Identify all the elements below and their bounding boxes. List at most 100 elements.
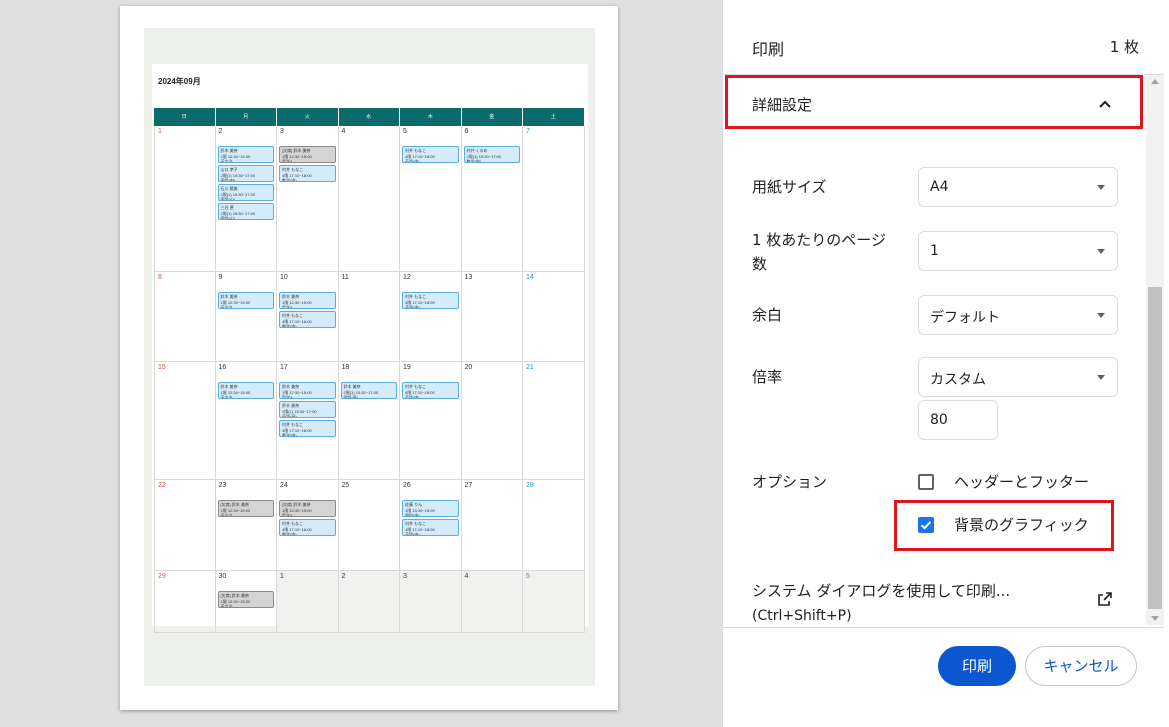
calendar-day: 13 [462, 272, 523, 361]
background-graphics-label[interactable]: 背景のグラフィック [954, 514, 1089, 535]
calendar-day: 26 佐藤 りん 1限 13:30~15:00 理科(中) 村井 もなこ 4限 17:10… [400, 480, 462, 570]
scroll-up-arrow-icon[interactable] [1151, 79, 1159, 84]
calendar-day: 10 鈴木 美奈 1限 12:30~15:00 哲学A 村井 もなこ 4限 17:10~1… [277, 272, 339, 361]
calendar-event: 鈴木 美奈 1限 12:30~15:00 英文法 [217, 292, 274, 309]
scale-custom-input[interactable]: 80 [918, 400, 998, 440]
scale-select[interactable]: カスタム [918, 357, 1118, 397]
system-dialog-link[interactable]: システム ダイアログを使用して印刷... (Ctrl+Shift+P) [752, 579, 1010, 628]
event-line: 英文法 [220, 604, 233, 608]
chevron-up-icon[interactable] [1097, 96, 1113, 112]
advanced-settings-toggle[interactable]: 詳細設定 [752, 94, 812, 115]
sheet-count: 1 枚 [1109, 38, 1139, 56]
calendar-day: 4 [461, 571, 523, 632]
calendar-week: 29 30 [欠席] 鈴木 美奈 1限 12:30~15:00 英文法 1 2 3 4 5 [154, 571, 585, 633]
day-number: 16 [218, 364, 227, 371]
settings-scrollbar[interactable] [1146, 75, 1164, 625]
calendar-day: 1 [277, 571, 339, 632]
day-number: 19 [403, 364, 411, 371]
calendar-day: 15 [154, 362, 216, 479]
paper-size-select[interactable]: A4 [918, 167, 1118, 207]
pages-per-sheet-select[interactable]: 1 [918, 231, 1118, 271]
day-number: 28 [526, 482, 534, 489]
paper-size-label: 用紙サイズ [752, 178, 827, 196]
cancel-button[interactable]: キャンセル [1025, 646, 1137, 686]
weekday-cell: 火 [277, 108, 339, 126]
event-line: 国語(高) [343, 395, 359, 399]
calendar-day: 30 [欠席] 鈴木 美奈 1限 12:30~15:00 英文法 [216, 571, 277, 632]
event-line: 数学(中) [282, 324, 297, 328]
calendar-week: 15 16 鈴木 美奈 1限 12:30~15:00 英文法 17 鈴木 美奈 1限 12:3… [154, 362, 585, 480]
scroll-down-arrow-icon[interactable] [1151, 616, 1159, 621]
day-number: 29 [158, 573, 166, 580]
preview-page: 2024年09月 日月火水木金土 1 2 鈴木 美奈 1限 12:30~15:00 英文… [120, 6, 618, 710]
day-number: 24 [280, 482, 288, 489]
day-number: 3 [403, 573, 407, 580]
calendar-week: 1 2 鈴木 美奈 1限 12:30~15:00 英文法 山口 孝子 2限(1) 15:30… [154, 126, 585, 272]
scroll-thumb[interactable] [1148, 287, 1162, 609]
day-number: 4 [464, 573, 469, 580]
event-line: 数学(中) [282, 178, 297, 182]
calendar-event: 鈴木 美奈 2限(1) 15:30~17:00 英語(高) [279, 401, 336, 418]
calendar-event: 鈴木 美奈 2限(1) 15:30~17:00 国語(高) [340, 382, 397, 399]
weekday-header: 日月火水木金土 [154, 108, 585, 126]
day-number: 10 [280, 274, 288, 281]
event-line: 国語(小) [220, 197, 236, 201]
day-number: 30 [218, 573, 227, 580]
day-number: 21 [526, 364, 534, 371]
scale-label: 倍率 [752, 368, 783, 386]
event-line: 哲学A [282, 513, 293, 517]
calendar-day: 3 [欠席] 鈴木 美奈 1限 12:30~15:00 哲学A 村井 もなこ 4限 17:… [277, 126, 339, 271]
day-number: 12 [403, 274, 411, 281]
event-line: 国語(中) [220, 178, 236, 182]
calendar-event: 石川 陽美 2限(1) 15:30~17:00 国語(小) [217, 184, 274, 201]
margins-value: デフォルト [930, 310, 1000, 326]
calendar-day: 18 鈴木 美奈 2限(1) 15:30~17:00 国語(高) [339, 362, 400, 479]
calendar-day: 25 [339, 480, 400, 570]
dropdown-arrow-icon [1097, 185, 1105, 190]
day-number: 2 [218, 128, 223, 135]
dropdown-arrow-icon [1097, 375, 1105, 380]
event-line: 英文法 [220, 513, 233, 517]
calendar-week: 8 9 鈴木 美奈 1限 12:30~15:00 英文法 10 鈴木 美奈 1限 12:30~… [154, 272, 585, 362]
calendar-day: 27 [462, 480, 523, 570]
page-content: 2024年09月 日月火水木金土 1 2 鈴木 美奈 1限 12:30~15:00 英文… [144, 28, 595, 686]
calendar-week: 22 23 [欠席] 鈴木 美奈 1限 12:30~15:00 英文法 24 [欠席] 鈴木… [154, 480, 585, 571]
day-number: 11 [341, 274, 349, 281]
dropdown-arrow-icon [1097, 249, 1105, 254]
calendar-event: 村井 もなこ 4限 17:10~18:00 数学(中) [279, 519, 336, 536]
background-graphics-checkbox[interactable] [918, 517, 934, 533]
system-dialog-text: システム ダイアログを使用して印刷... [752, 582, 1011, 600]
calendar-event: 三谷 遼 2限(1) 15:30~17:00 国語(小) [217, 203, 274, 220]
calendar-event: 村井 もなこ 4限 17:10~18:00 英語(中) [402, 146, 459, 163]
day-number: 14 [526, 274, 534, 281]
day-number: 3 [280, 128, 284, 135]
header-footer-checkbox[interactable] [918, 474, 934, 490]
calendar-day: 4 [339, 126, 400, 271]
event-line: 英語(中) [405, 532, 420, 536]
calendar-event: 村井 もなこ 4限 17:10~18:00 英語(中) [402, 519, 459, 536]
header-footer-label[interactable]: ヘッダーとフッター [954, 471, 1089, 492]
weekday-cell: 土 [523, 108, 585, 126]
system-dialog-shortcut: (Ctrl+Shift+P) [752, 608, 852, 624]
calendar-event: 村井 もなこ 4限 17:10~18:00 英語(中) [402, 382, 459, 399]
event-line: 理科(中) [405, 513, 420, 517]
calendar-day: 2 [338, 571, 400, 632]
event-line: 哲学A [282, 305, 293, 309]
calendar-event: [欠席] 鈴木 美奈 1限 12:30~15:00 英文法 [217, 500, 274, 517]
weekday-cell: 月 [216, 108, 277, 126]
calendar-day: 29 [154, 571, 216, 632]
print-button[interactable]: 印刷 [938, 646, 1016, 686]
calendar-day: 3 [400, 571, 462, 632]
event-line: 英文法 [220, 395, 233, 399]
calendar-day: 2 鈴木 美奈 1限 12:30~15:00 英文法 山口 孝子 2限(1) 15:30~… [216, 126, 277, 271]
day-number: 1 [158, 128, 162, 135]
margins-select[interactable]: デフォルト [918, 295, 1118, 335]
paper-size-value: A4 [930, 179, 949, 195]
pages-per-sheet-label-line2: 数 [752, 255, 768, 273]
calendar-day: 19 村井 もなこ 4限 17:10~18:00 英語(中) [400, 362, 462, 479]
calendar-event: [欠席] 鈴木 美奈 1限 12:30~15:00 英文法 [217, 591, 274, 608]
calendar-title: 2024年09月 [158, 77, 201, 86]
checkmark-icon [920, 521, 932, 530]
print-settings-panel: 印刷 1 枚 詳細設定 用紙サイズ A4 1 枚あたりのページ 数 1 余白 デ… [722, 0, 1169, 727]
open-in-new-icon[interactable] [1097, 591, 1113, 607]
